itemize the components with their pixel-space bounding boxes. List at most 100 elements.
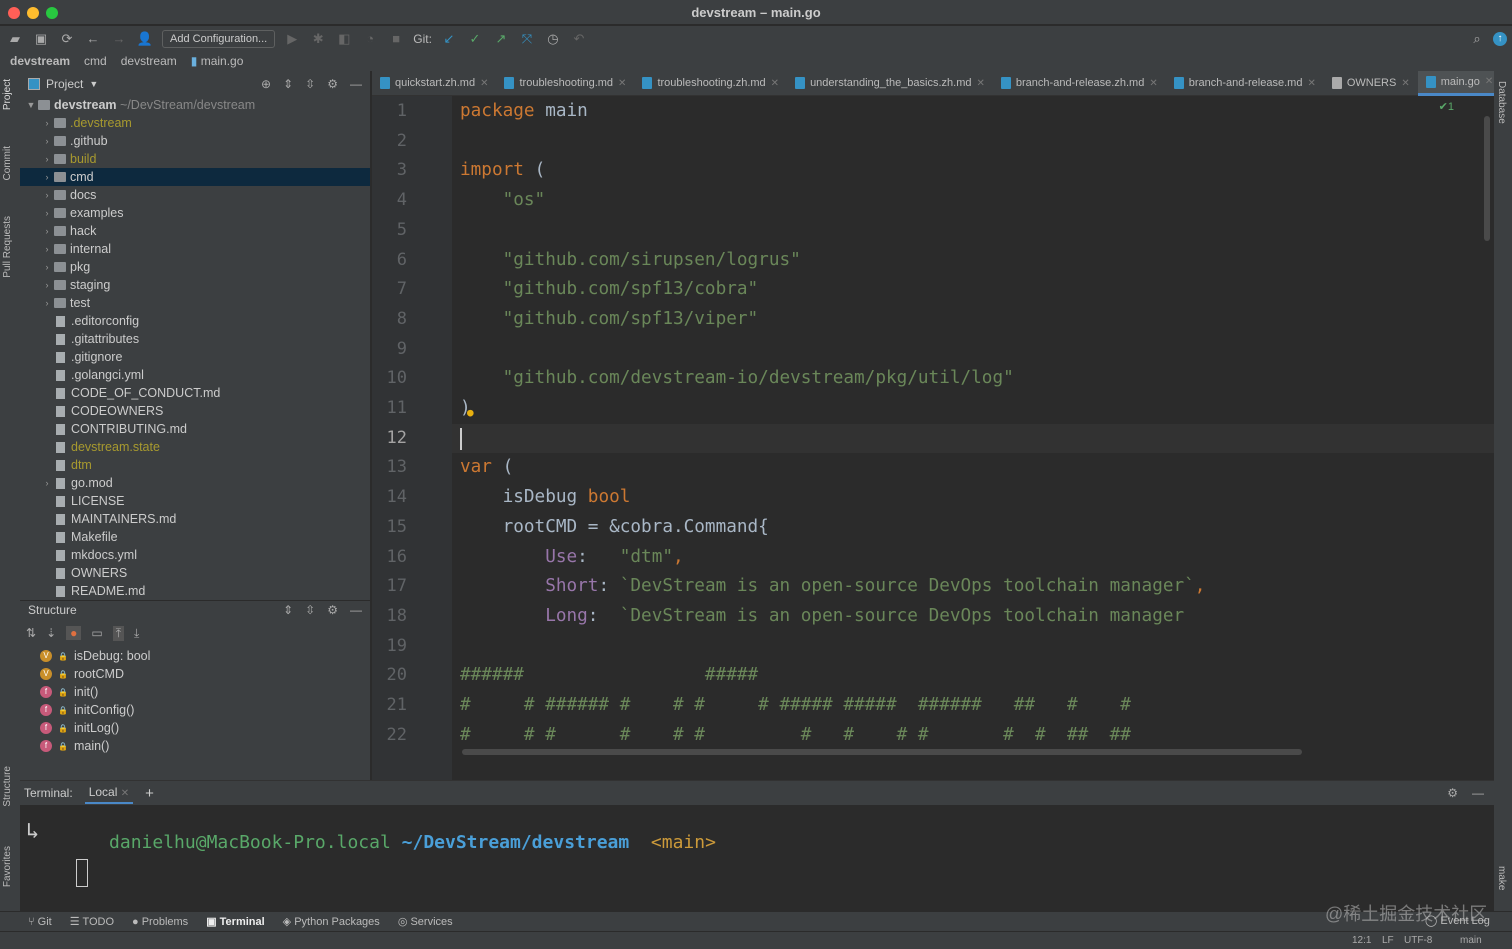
bulb-icon[interactable]: ● (467, 406, 474, 419)
editor-tab[interactable]: branch-and-release.md✕ (1166, 71, 1324, 96)
chevron-right-icon[interactable]: › (40, 172, 54, 182)
hide-icon[interactable]: — (350, 77, 362, 91)
vertical-scrollbar[interactable] (1484, 116, 1490, 241)
editor-tab[interactable]: quickstart.zh.md✕ (372, 71, 496, 96)
gear-icon[interactable]: ⚙ (327, 603, 338, 617)
breadcrumb-item[interactable]: devstream (10, 54, 70, 68)
debug-icon[interactable]: ✱ (309, 31, 327, 47)
event-log-button[interactable]: ◯ Event Log (1425, 914, 1490, 927)
commit-tool-tab[interactable]: Commit (2, 146, 13, 180)
tree-item[interactable]: LICENSE (20, 492, 370, 510)
tree-item[interactable]: ›docs (20, 186, 370, 204)
horizontal-scrollbar[interactable] (462, 749, 1302, 755)
tree-item[interactable]: ›examples (20, 204, 370, 222)
structure-tool-tab[interactable]: Structure (2, 766, 13, 807)
git-update-icon[interactable]: ↙ (440, 31, 458, 47)
collapse-all-icon[interactable]: ⇳ (305, 77, 315, 91)
close-icon[interactable]: ✕ (480, 78, 488, 89)
tree-item[interactable]: ›test (20, 294, 370, 312)
breadcrumb-item[interactable]: devstream (121, 54, 177, 68)
project-view-dropdown[interactable]: Project (46, 77, 83, 91)
tree-item[interactable]: ›internal (20, 240, 370, 258)
close-icon[interactable]: ✕ (121, 788, 129, 799)
collapse-all-icon[interactable]: ⇳ (305, 603, 315, 617)
tree-item[interactable]: ›.github (20, 132, 370, 150)
add-configuration-button[interactable]: Add Configuration... (162, 30, 275, 48)
structure-item[interactable]: V🔒rootCMD (20, 665, 370, 683)
bottom-tab-services[interactable]: ◎ Services (398, 915, 453, 928)
sort-visibility-icon[interactable]: ⇅ (26, 626, 36, 640)
tree-item[interactable]: ›pkg (20, 258, 370, 276)
tree-item[interactable]: CONTRIBUTING.md (20, 420, 370, 438)
close-icon[interactable]: ✕ (1149, 78, 1157, 89)
close-icon[interactable]: ✕ (618, 78, 626, 89)
cursor-position[interactable]: 12:1 (1352, 935, 1371, 946)
expand-all-icon[interactable]: ⇕ (283, 77, 293, 91)
editor-tab[interactable]: troubleshooting.md✕ (496, 71, 634, 96)
zoom-window-button[interactable] (46, 7, 58, 19)
save-icon[interactable]: ▣ (32, 31, 50, 47)
profile-icon[interactable]: ◔ (361, 31, 379, 46)
close-icon[interactable]: ✕ (977, 78, 985, 89)
editor-tab[interactable]: OWNERS✕ (1324, 71, 1418, 96)
git-push-icon[interactable]: ↗ (492, 31, 510, 47)
structure-item[interactable]: f🔒main() (20, 737, 370, 755)
tree-item[interactable]: mkdocs.yml (20, 546, 370, 564)
structure-item[interactable]: f🔒init() (20, 683, 370, 701)
hide-icon[interactable]: — (350, 603, 362, 617)
editor-tab[interactable]: understanding_the_basics.zh.md✕ (787, 71, 993, 96)
git-merge-icon[interactable]: ⤧ (518, 31, 536, 47)
autoscroll-to-source-icon[interactable]: ⤓ (134, 626, 139, 641)
pull-requests-tool-tab[interactable]: Pull Requests (2, 216, 13, 278)
coverage-icon[interactable]: ◧ (335, 31, 353, 47)
expand-all-icon[interactable]: ⇕ (283, 603, 293, 617)
show-folders-icon[interactable]: ▭ (91, 626, 102, 640)
project-tool-tab[interactable]: Project (2, 79, 13, 110)
chevron-right-icon[interactable]: › (40, 226, 54, 236)
autoscroll-from-source-icon[interactable]: ⤒ (113, 626, 124, 641)
back-icon[interactable]: ← (84, 31, 102, 46)
stop-icon[interactable]: ■ (387, 31, 405, 46)
chevron-right-icon[interactable]: › (40, 244, 54, 254)
tree-item[interactable]: CODEOWNERS (20, 402, 370, 420)
tree-item[interactable]: devstream.state (20, 438, 370, 456)
tree-item[interactable]: ›.devstream (20, 114, 370, 132)
run-icon[interactable]: ▶ (283, 31, 301, 47)
tree-item[interactable]: .golangci.yml (20, 366, 370, 384)
chevron-down-icon[interactable]: ▼ (89, 79, 98, 89)
database-tool-tab[interactable]: Database (1496, 81, 1507, 124)
tree-item[interactable]: CODE_OF_CONDUCT.md (20, 384, 370, 402)
tree-item[interactable]: README.md (20, 582, 370, 600)
update-icon[interactable]: ↑ (1493, 32, 1507, 46)
bottom-tab-git[interactable]: ⑂ Git (28, 916, 52, 928)
editor-tab[interactable]: main.go✕ (1418, 71, 1502, 96)
close-icon[interactable]: ✕ (771, 78, 779, 89)
structure-item[interactable]: f🔒initConfig() (20, 701, 370, 719)
git-commit-icon[interactable]: ✓ (466, 31, 484, 47)
forward-icon[interactable]: → (110, 31, 128, 46)
chevron-right-icon[interactable]: › (40, 154, 54, 164)
favorites-tool-tab[interactable]: Favorites (2, 846, 13, 887)
structure-item[interactable]: f🔒initLog() (20, 719, 370, 737)
gear-icon[interactable]: ⚙ (327, 77, 338, 91)
new-terminal-icon[interactable]: + (145, 785, 154, 802)
tree-item[interactable]: Makefile (20, 528, 370, 546)
minimize-window-button[interactable] (27, 7, 39, 19)
chevron-right-icon[interactable]: › (40, 262, 54, 272)
tree-item[interactable]: .gitattributes (20, 330, 370, 348)
user-icon[interactable]: 👤 (136, 31, 154, 47)
hide-icon[interactable]: — (1472, 786, 1484, 800)
file-encoding[interactable]: UTF-8 (1404, 935, 1432, 946)
open-folder-icon[interactable]: ▰ (6, 31, 24, 47)
breadcrumb-item[interactable]: cmd (84, 54, 107, 68)
history-icon[interactable]: ◷ (544, 31, 562, 47)
search-icon[interactable]: ⌕ (1468, 31, 1486, 47)
code-editor[interactable]: 12345678910111213141516171819202122 pack… (372, 96, 1494, 780)
close-icon[interactable]: ✕ (1485, 76, 1493, 87)
structure-item[interactable]: V🔒isDebug: bool (20, 647, 370, 665)
sync-icon[interactable]: ⟳ (58, 31, 76, 47)
make-tool-tab[interactable]: make (1496, 866, 1507, 890)
close-icon[interactable]: ✕ (1307, 78, 1315, 89)
bottom-tab-todo[interactable]: ☰ TODO (70, 915, 114, 928)
bottom-tab-problems[interactable]: ● Problems (132, 916, 188, 928)
